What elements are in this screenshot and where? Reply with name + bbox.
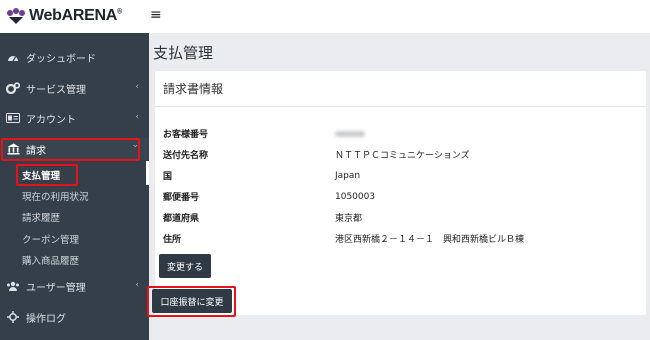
hamburger-icon[interactable]: ≡ [150,7,162,23]
field-value: 1050003 [335,191,376,202]
field-label: 送付先名称 [163,151,209,161]
sidebar-subitem-billing-history[interactable]: 請求履歴 [22,210,60,224]
crosshair-icon [6,311,20,323]
sidebar-item-billing[interactable]: 請求 ⌄ [0,138,149,160]
sidebar-item-label: アカウント [26,114,76,126]
sidebar: ダッシュボード サービス管理 ‹ アカウント ‹ 請求 ⌄ 支払管理 現在の利用… [0,33,149,340]
sidebar-item-label: サービス管理 [26,84,86,96]
dashboard-icon [6,52,20,63]
cogs-icon [6,82,20,94]
divider [155,106,646,107]
field-value: 東京都 [335,214,363,224]
users-icon [6,281,20,292]
field-row-recipient-name: 送付先名称 ＮＴＴＰＣコミュニケーションズ [163,148,470,161]
top-bar: WebARENA® ≡ [0,0,650,33]
field-label: 住所 [163,235,182,245]
field-label: 都道府県 [163,214,200,224]
webarena-logo[interactable]: WebARENA® [6,6,122,26]
chevron-left-icon: ‹ [135,280,139,290]
sidebar-subitem-current-usage[interactable]: 現在の利用状況 [22,189,89,203]
field-row-address: 住所 港区西新橋２－１４－１ 興和西新橋ビルＢ棟 [163,232,524,245]
page-title: 支払管理 [153,44,214,62]
field-row-customer-number: お客様番号 [163,127,365,140]
field-value: Japan [335,170,361,181]
sidebar-item-account[interactable]: アカウント ‹ [0,107,149,129]
sidebar-item-label: 請求 [26,145,46,157]
field-value: ＮＴＴＰＣコミュニケーションズ [335,151,470,161]
field-row-postal-code: 郵便番号 1050003 [163,190,376,204]
sidebar-subitem-purchase-history[interactable]: 購入商品履歴 [22,253,79,267]
chevron-left-icon: ‹ [135,82,139,92]
sidebar-item-operation-log[interactable]: 操作ログ [0,306,149,328]
sidebar-item-label: 操作ログ [26,313,66,325]
logo-text: WebARENA® [29,7,122,24]
bank-icon [6,143,20,155]
sidebar-item-service-management[interactable]: サービス管理 ‹ [0,77,149,99]
billing-info-card: 請求書情報 お客様番号 送付先名称 ＮＴＴＰＣコミュニケーションズ 国 Japa… [155,71,646,315]
sidebar-subitem-payment-management[interactable]: 支払管理 [22,168,60,182]
chevron-left-icon: ‹ [135,112,139,122]
sidebar-item-label: ダッシュボード [26,53,96,65]
field-label: 国 [163,172,173,182]
sidebar-subitem-coupon-management[interactable]: クーポン管理 [22,232,79,246]
field-row-prefecture: 都道府県 東京都 [163,211,362,224]
chevron-down-icon: ⌄ [131,140,139,150]
sidebar-item-user-management[interactable]: ユーザー管理 ‹ [0,275,149,297]
id-card-icon [6,113,20,123]
main-content: 支払管理 請求書情報 お客様番号 送付先名称 ＮＴＴＰＣコミュニケーションズ 国… [149,33,650,340]
field-row-country: 国 Japan [163,169,361,183]
field-label: 郵便番号 [163,193,200,203]
sidebar-item-dashboard[interactable]: ダッシュボード [0,46,149,68]
card-title: 請求書情報 [163,82,224,96]
logo-mark-icon [7,8,25,24]
switch-to-bank-transfer-button[interactable]: 口座振替に変更 [152,289,232,313]
change-button[interactable]: 変更する [159,254,211,278]
field-value: 港区西新橋２－１４－１ 興和西新橋ビルＢ棟 [335,235,525,245]
sidebar-item-label: ユーザー管理 [26,282,86,294]
field-label: お客様番号 [163,130,209,140]
redacted-value [335,130,365,137]
